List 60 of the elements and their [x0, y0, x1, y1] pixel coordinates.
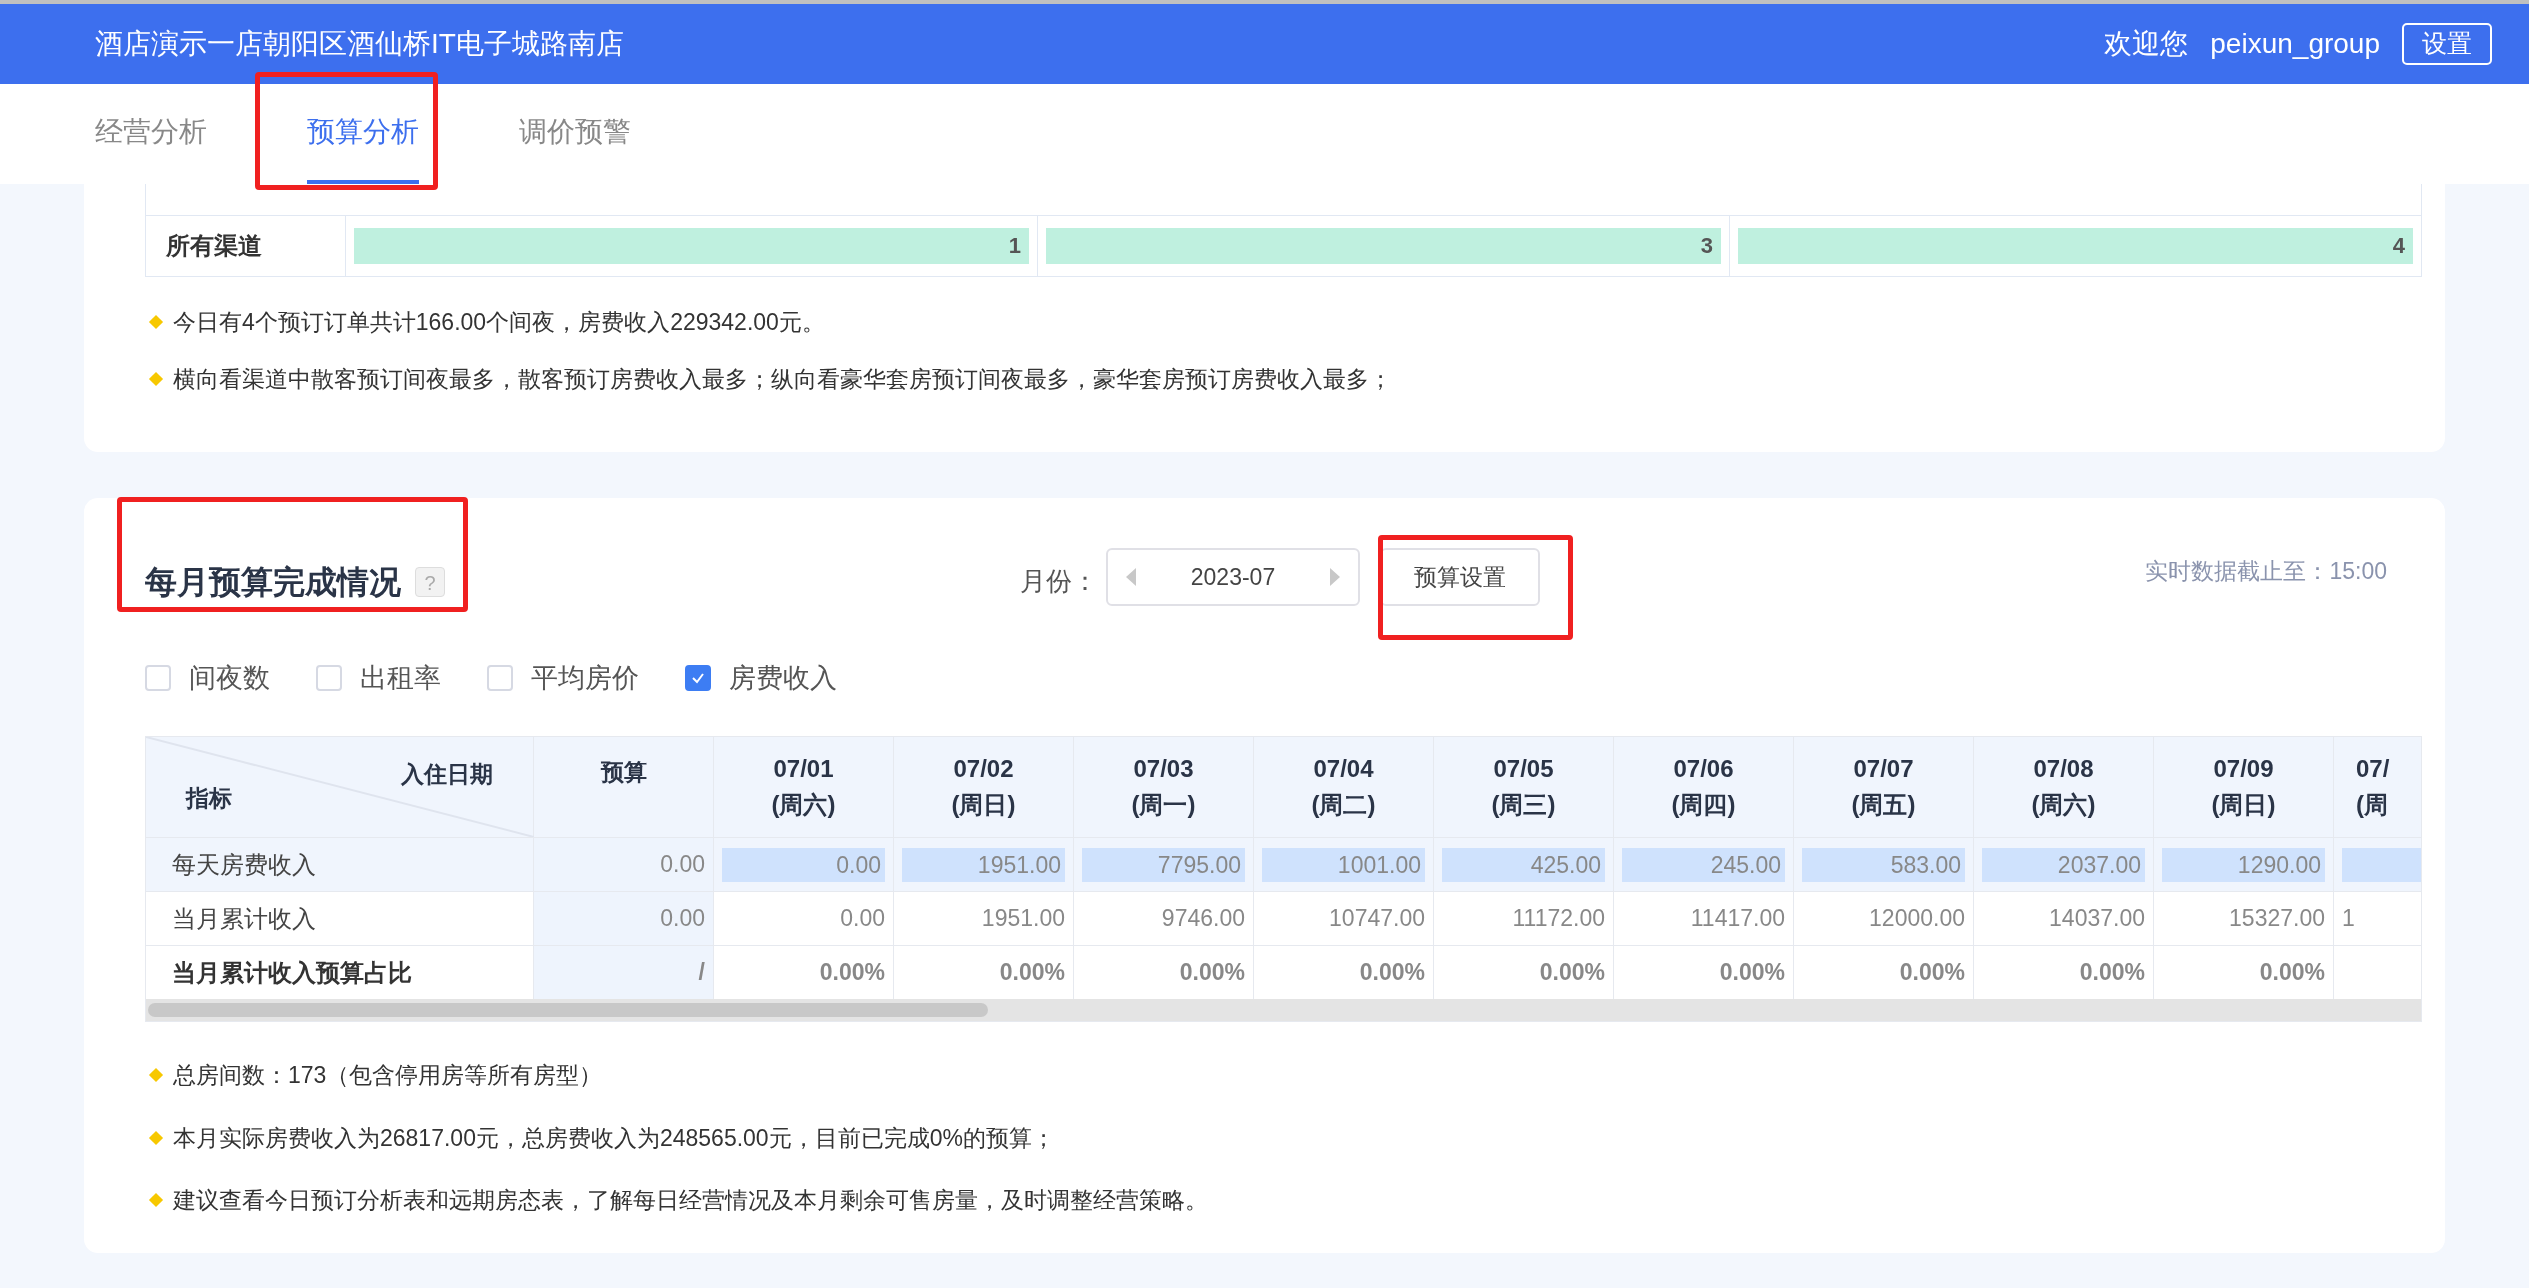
- count-bar: 3: [1046, 228, 1721, 264]
- section-title: 每月预算完成情况: [145, 563, 401, 602]
- date-header: 07/ (周: [2355, 754, 2391, 820]
- month-value: 2023-07: [1190, 562, 1276, 592]
- settings-button[interactable]: 设置: [2402, 23, 2492, 65]
- table-cell-text: 0.00%: [1899, 958, 1965, 988]
- count-bar: 1: [354, 228, 1029, 264]
- table-cell-text: 11172.00: [1512, 904, 1605, 934]
- value-bar: 425.00: [1442, 847, 1605, 882]
- table-cell-text: 0.00: [840, 904, 885, 934]
- table-cell-text: 9746.00: [1161, 904, 1245, 934]
- table-cell-text: 0.00%: [1719, 958, 1785, 988]
- filter-checkbox[interactable]: 平均房价: [487, 657, 639, 699]
- row-label: 所有渠道: [146, 216, 346, 276]
- month-picker[interactable]: 2023-07: [1106, 548, 1360, 606]
- table-cell-text: 0.00%: [1359, 958, 1425, 988]
- value-bar: 583.00: [1802, 847, 1965, 882]
- scrollbar-thumb[interactable]: [148, 1003, 988, 1017]
- prev-arrow-icon[interactable]: [1126, 568, 1136, 586]
- month-label: 月份：: [1020, 565, 1098, 598]
- table-cell-text: 0.00%: [1179, 958, 1245, 988]
- username: peixun_group: [2210, 27, 2380, 61]
- value-bar: 1290.00: [2162, 847, 2325, 882]
- budget-cell: 0.00: [534, 892, 714, 945]
- note-text: 今日有4个预订订单共计166.00个间夜，房费收入229342.00元。: [173, 308, 825, 337]
- value-bar: 245.00: [1622, 847, 1785, 882]
- filter-checkbox[interactable]: 间夜数: [145, 657, 270, 699]
- note-text: 总房间数：173（包含停用房等所有房型）: [173, 1061, 603, 1090]
- table-cell-text: 11417.00: [1690, 904, 1785, 934]
- filter-checkbox[interactable]: 房费收入: [685, 657, 837, 699]
- tab[interactable]: 经营分析: [95, 84, 207, 184]
- table-cell-text: 1: [2342, 904, 2355, 934]
- note-text: 建议查看今日预订分析表和远期房态表，了解每日经营情况及本月剩余可售房量，及时调整经营策略。: [173, 1186, 1208, 1215]
- tab[interactable]: 调价预警: [519, 84, 631, 184]
- budget-cell: /: [534, 946, 714, 999]
- budget-settings-button[interactable]: 预算设置: [1380, 548, 1540, 606]
- table-cell-text: 0.00%: [2079, 958, 2145, 988]
- realtime-text: 实时数据截止至：15:00: [2145, 557, 2387, 586]
- table-cell-text: 0.00%: [999, 958, 1065, 988]
- value-bar: 7795.00: [1082, 847, 1245, 882]
- store-title: 酒店演示一店朝阳区酒仙桥IT电子城路南店: [95, 27, 624, 61]
- value-bar: 1951.00: [902, 847, 1065, 882]
- note-text: 横向看渠道中散客预订间夜最多，散客预订房费收入最多；纵向看豪华套房预订间夜最多，豪华套房预订房费收入最多；: [173, 364, 1392, 394]
- table-cell-text: 0.00%: [1539, 958, 1605, 988]
- table-cell-text: 1951.00: [981, 904, 1065, 934]
- table-cell-text: 0.00%: [2259, 958, 2325, 988]
- count-bar: 4: [1738, 228, 2413, 264]
- table-cell-text: 15327.00: [2229, 904, 2325, 934]
- table-cell-text: 10747.00: [1329, 904, 1425, 934]
- filter-checkbox[interactable]: 出租率: [316, 657, 441, 699]
- table-cell-text: 14037.00: [2049, 904, 2145, 934]
- table-cell-text: 12000.00: [1869, 904, 1965, 934]
- note-text: 本月实际房费收入为26817.00元，总房费收入为248565.00元，目前已完成0%的预算；: [173, 1123, 1055, 1153]
- table-cell-text: 0.00%: [819, 958, 885, 988]
- value-bar: 1001.00: [1262, 847, 1425, 882]
- next-arrow-icon[interactable]: [1330, 568, 1340, 586]
- scrollbar-track[interactable]: [146, 999, 2421, 1021]
- value-bar: 0.00: [722, 847, 885, 882]
- welcome-text: 欢迎您: [2104, 27, 2189, 61]
- value-bar: 2037.00: [1982, 847, 2145, 882]
